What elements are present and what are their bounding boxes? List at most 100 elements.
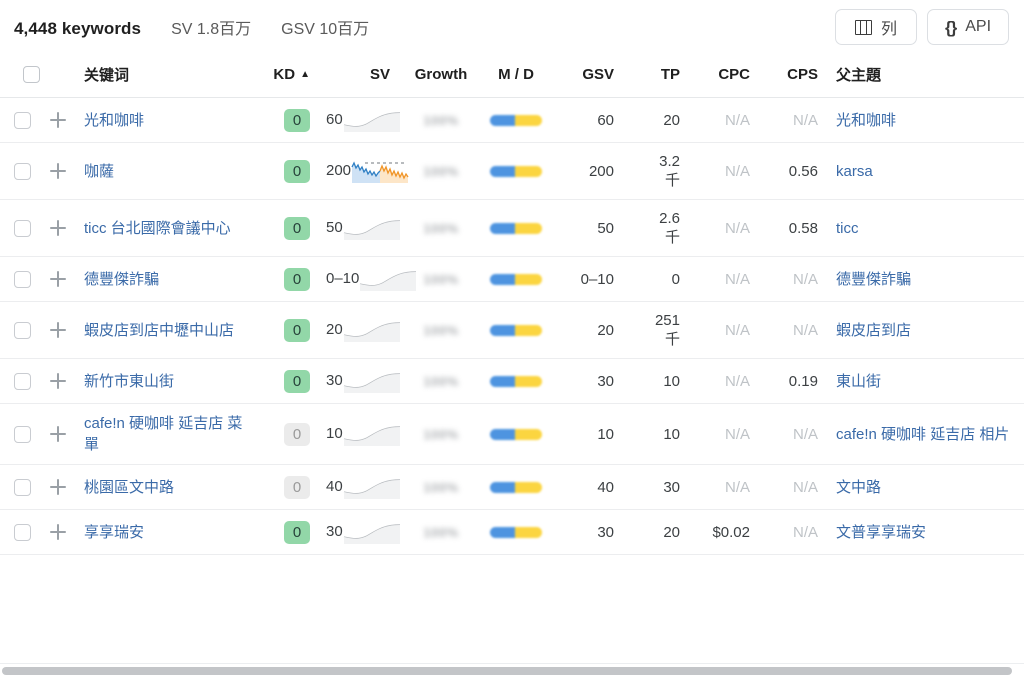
row-checkbox[interactable] [14,219,31,237]
parent-topic-link[interactable]: 光和咖啡 [836,112,896,129]
parent-topic-link[interactable]: cafe!n 硬咖啡 延吉店 相片 [836,426,1009,443]
keyword-link[interactable]: 享享瑞安 [84,522,144,543]
desktop-segment [514,376,542,388]
keyword-link[interactable]: 蝦皮店到店中壢中山店 [84,320,234,341]
row-add-cell[interactable] [48,403,74,465]
add-keyword-icon[interactable] [48,371,68,391]
add-keyword-icon[interactable] [48,218,68,238]
keyword-link[interactable]: ticc 台北國際會議中心 [84,218,231,239]
parent-topic-link[interactable]: karsa [836,163,873,180]
row-checkbox[interactable] [14,478,31,496]
kd-badge: 0 [284,267,310,291]
parent-topic-link[interactable]: 文中路 [836,479,881,496]
row-checkbox[interactable] [14,270,31,288]
keywords-table-container[interactable]: 关键词 KD ▲ SV Growth M / D GSV TP CPC CPS … [0,54,1024,677]
row-checkbox[interactable] [14,162,31,180]
parent-topic-link[interactable]: 德豐傑詐騙 [836,271,911,288]
tp-value: 10 [663,425,680,443]
keyword-link[interactable]: 德豐傑詐騙 [84,269,159,290]
row-add-cell[interactable] [48,256,74,302]
scrollbar-thumb[interactable] [2,667,1012,675]
keyword-link[interactable]: 新竹市東山街 [84,371,174,392]
cps-cell: 0.19 [762,358,832,404]
sv-trend-sparkline [343,474,401,500]
table-row[interactable]: 光和咖啡 0 60 100% 60 20 N/A N/A 光和咖啡 [0,97,1024,143]
header-gsv[interactable]: GSV [552,54,628,98]
header-select-all[interactable] [0,54,48,98]
table-body: 光和咖啡 0 60 100% 60 20 N/A N/A 光和咖啡 咖薩 0 200 100% 200 3.… [0,97,1024,555]
gsv-cell: 200 [552,142,628,200]
header-tp[interactable]: TP [628,54,688,98]
header-md[interactable]: M / D [480,54,552,98]
add-keyword-icon[interactable] [48,320,68,340]
table-row[interactable]: 新竹市東山街 0 30 100% 30 10 N/A 0.19 東山街 [0,358,1024,404]
sv-cell: 10 [326,403,402,465]
columns-icon [854,19,872,35]
mobile-desktop-bar [490,274,542,286]
add-keyword-icon[interactable] [48,477,68,497]
table-row[interactable]: 咖薩 0 200 100% 200 3.2 千 N/A 0.56 karsa [0,142,1024,200]
cpc-value: N/A [724,219,750,237]
table-row[interactable]: cafe!n 硬咖啡 延吉店 菜單 0 10 100% 10 10 N/A N/A cafe!n… [0,403,1024,465]
md-cell [480,256,552,302]
row-select-cell[interactable] [0,142,48,200]
add-keyword-icon[interactable] [48,269,68,289]
row-checkbox[interactable] [14,523,31,541]
growth-value-masked: 100% [423,322,459,338]
header-sv[interactable]: SV [326,54,402,98]
row-add-cell[interactable] [48,509,74,555]
row-select-cell[interactable] [0,199,48,257]
header-kd[interactable]: KD ▲ [250,54,326,98]
row-add-cell[interactable] [48,142,74,200]
header-cpc-label: CPC [718,66,750,83]
cps-value: N/A [792,270,818,288]
table-row[interactable]: 桃園區文中路 0 40 100% 40 30 N/A N/A 文中路 [0,464,1024,510]
api-button[interactable]: {} API [927,9,1009,45]
header-keyword[interactable]: 关键词 [74,54,250,98]
select-all-checkbox[interactable] [22,66,40,84]
row-add-cell[interactable] [48,464,74,510]
kd-cell: 0 [250,509,326,555]
parent-topic-link[interactable]: ticc [836,220,859,237]
row-add-cell[interactable] [48,97,74,143]
add-keyword-icon[interactable] [48,110,68,130]
keyword-link[interactable]: 咖薩 [84,161,114,182]
table-row[interactable]: 蝦皮店到店中壢中山店 0 20 100% 20 251 千 N/A N/A 蝦皮店到店 [0,301,1024,359]
parent-topic-link[interactable]: 東山街 [836,373,881,390]
row-select-cell[interactable] [0,358,48,404]
add-keyword-icon[interactable] [48,522,68,542]
keyword-link[interactable]: 光和咖啡 [84,110,144,131]
row-checkbox[interactable] [14,372,31,390]
row-select-cell[interactable] [0,97,48,143]
parent-topic-link[interactable]: 文普享享瑞安 [836,524,926,541]
row-checkbox[interactable] [14,425,31,443]
header-parent-topic[interactable]: 父主題 [832,54,1024,98]
keyword-link[interactable]: 桃園區文中路 [84,477,174,498]
sv-cell: 50 [326,199,402,257]
row-select-cell[interactable] [0,464,48,510]
keyword-cell: 咖薩 [74,142,250,200]
table-row[interactable]: 享享瑞安 0 30 100% 30 20 $0.02 N/A 文普享享瑞安 [0,509,1024,555]
row-checkbox[interactable] [14,321,31,339]
row-add-cell[interactable] [48,301,74,359]
row-add-cell[interactable] [48,358,74,404]
header-cps[interactable]: CPS [762,54,832,98]
table-row[interactable]: ticc 台北國際會議中心 0 50 100% 50 2.6 千 N/A 0.58 ticc [0,199,1024,257]
columns-button[interactable]: 列 [835,9,917,45]
sv-value: 40 [326,477,343,495]
row-add-cell[interactable] [48,199,74,257]
row-select-cell[interactable] [0,301,48,359]
add-keyword-icon[interactable] [48,161,68,181]
row-checkbox[interactable] [14,111,31,129]
horizontal-scrollbar[interactable] [0,663,1024,677]
header-cpc[interactable]: CPC [688,54,762,98]
parent-topic-link[interactable]: 蝦皮店到店 [836,322,911,339]
add-keyword-icon[interactable] [48,424,68,444]
table-row[interactable]: 德豐傑詐騙 0 0–10 100% 0–10 0 N/A N/A 德豐傑詐騙 [0,256,1024,302]
keyword-link[interactable]: cafe!n 硬咖啡 延吉店 菜單 [84,413,250,455]
row-select-cell[interactable] [0,509,48,555]
row-select-cell[interactable] [0,256,48,302]
cps-cell: N/A [762,301,832,359]
header-growth[interactable]: Growth [402,54,480,98]
row-select-cell[interactable] [0,403,48,465]
